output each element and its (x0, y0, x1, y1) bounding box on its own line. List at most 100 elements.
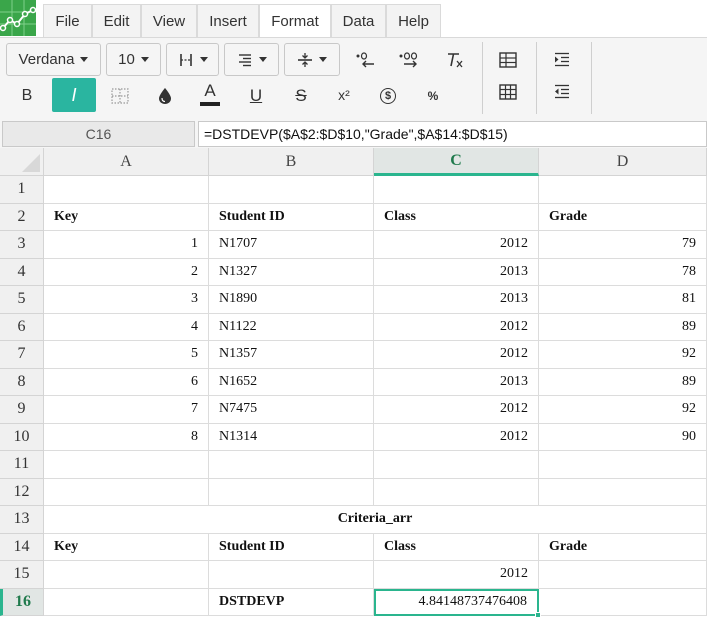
cell-a6[interactable]: 4 (44, 313, 209, 341)
column-header-c[interactable]: C (374, 148, 539, 176)
cell-c5[interactable]: 2013 (374, 286, 539, 314)
currency-button[interactable]: $ (373, 81, 403, 111)
cell-b7[interactable]: N1357 (209, 341, 374, 369)
superscript-button[interactable]: x² (329, 80, 359, 110)
formula-input[interactable]: =DSTDEVP($A$2:$D$10,"Grade",$A$14:$D$15) (198, 121, 707, 147)
row-header-14[interactable]: 14 (0, 533, 44, 561)
menu-format[interactable]: Format (259, 4, 331, 37)
cell-d16[interactable] (539, 588, 707, 616)
cell-c11[interactable] (374, 451, 539, 479)
cell-d9[interactable]: 92 (539, 396, 707, 424)
font-family-select[interactable]: Verdana (6, 43, 101, 76)
cell-d3[interactable]: 79 (539, 231, 707, 259)
menu-view[interactable]: View (141, 4, 197, 37)
cell-d15[interactable] (539, 561, 707, 589)
cell-a9[interactable]: 7 (44, 396, 209, 424)
table-grid-button[interactable] (493, 77, 523, 107)
cell-b8[interactable]: N1652 (209, 368, 374, 396)
row-header-7[interactable]: 7 (0, 341, 44, 369)
cell-b11[interactable] (209, 451, 374, 479)
cell-a16[interactable] (44, 588, 209, 616)
cell-a12[interactable] (44, 478, 209, 506)
cell-c7[interactable]: 2012 (374, 341, 539, 369)
fill-handle[interactable] (535, 612, 541, 618)
cell-c14[interactable]: Class (374, 533, 539, 561)
row-header-16[interactable]: 16 (0, 588, 44, 616)
cell-a8[interactable]: 6 (44, 368, 209, 396)
cell-d8[interactable]: 89 (539, 368, 707, 396)
row-header-12[interactable]: 12 (0, 478, 44, 506)
strikethrough-button[interactable]: S (286, 81, 316, 111)
cell-b2[interactable]: Student ID (209, 203, 374, 231)
row-header-3[interactable]: 3 (0, 231, 44, 259)
select-all-corner[interactable] (0, 148, 44, 176)
insert-table-button[interactable] (493, 45, 523, 75)
cell-b4[interactable]: N1327 (209, 258, 374, 286)
indent-button[interactable] (547, 45, 577, 75)
spreadsheet-grid[interactable]: A B C D 1 2 3 4 5 6 7 8 9 10 11 12 13 14 15 16 Key Student ID… (0, 148, 707, 620)
cell-c9[interactable]: 2012 (374, 396, 539, 424)
fill-color-button[interactable] (150, 81, 180, 111)
borders-button[interactable] (105, 81, 135, 111)
cell-a10[interactable]: 8 (44, 423, 209, 451)
menu-help[interactable]: Help (386, 4, 441, 37)
cell-c1[interactable] (374, 176, 539, 204)
align-select[interactable] (224, 43, 279, 76)
row-header-2[interactable]: 2 (0, 203, 44, 231)
cell-c4[interactable]: 2013 (374, 258, 539, 286)
font-size-select[interactable]: 10 (106, 43, 161, 76)
column-header-b[interactable]: B (209, 148, 374, 176)
cell-d2[interactable]: Grade (539, 203, 707, 231)
cell-a14[interactable]: Key (44, 533, 209, 561)
text-color-button[interactable]: A (195, 79, 225, 109)
cell-a5[interactable]: 3 (44, 286, 209, 314)
column-header-d[interactable]: D (539, 148, 707, 176)
row-header-6[interactable]: 6 (0, 313, 44, 341)
cell-c8[interactable]: 2013 (374, 368, 539, 396)
cell-d5[interactable]: 81 (539, 286, 707, 314)
row-header-1[interactable]: 1 (0, 176, 44, 204)
column-header-a[interactable]: A (44, 148, 209, 176)
horizontal-align-select[interactable] (166, 43, 219, 76)
bold-button[interactable]: B (12, 81, 42, 111)
row-header-10[interactable]: 10 (0, 423, 44, 451)
cell-c12[interactable] (374, 478, 539, 506)
cell-a15[interactable] (44, 561, 209, 589)
cell-a2[interactable]: Key (44, 203, 209, 231)
cell-d12[interactable] (539, 478, 707, 506)
cell-d4[interactable]: 78 (539, 258, 707, 286)
cell-a11[interactable] (44, 451, 209, 479)
cell-a1[interactable] (44, 176, 209, 204)
italic-button[interactable]: I (52, 78, 96, 112)
cell-a4[interactable]: 2 (44, 258, 209, 286)
underline-button[interactable]: U (241, 81, 271, 111)
cell-c6[interactable]: 2012 (374, 313, 539, 341)
cell-a7[interactable]: 5 (44, 341, 209, 369)
cell-b10[interactable]: N1314 (209, 423, 374, 451)
cell-b6[interactable]: N1122 (209, 313, 374, 341)
cell-c2[interactable]: Class (374, 203, 539, 231)
cell-d1[interactable] (539, 176, 707, 204)
row-header-9[interactable]: 9 (0, 396, 44, 424)
menu-edit[interactable]: Edit (92, 4, 141, 37)
cell-c10[interactable]: 2012 (374, 423, 539, 451)
vertical-align-select[interactable] (284, 43, 340, 76)
cell-b1[interactable] (209, 176, 374, 204)
cell-b16[interactable]: DSTDEVP (209, 588, 374, 616)
cell-d11[interactable] (539, 451, 707, 479)
row-header-8[interactable]: 8 (0, 368, 44, 396)
clear-format-button[interactable] (440, 45, 470, 75)
menu-data[interactable]: Data (331, 4, 386, 37)
cell-d14[interactable]: Grade (539, 533, 707, 561)
cell-b12[interactable] (209, 478, 374, 506)
percent-button[interactable]: % (418, 81, 448, 111)
cell-d10[interactable]: 90 (539, 423, 707, 451)
cell-b9[interactable]: N7475 (209, 396, 374, 424)
decrease-decimal-button[interactable] (350, 45, 380, 75)
row-header-15[interactable]: 15 (0, 561, 44, 589)
row-header-11[interactable]: 11 (0, 451, 44, 479)
cell-b5[interactable]: N1890 (209, 286, 374, 314)
increase-decimal-button[interactable] (395, 45, 425, 75)
cell-reference-box[interactable]: C16 (2, 121, 195, 147)
menu-insert[interactable]: Insert (197, 4, 259, 37)
